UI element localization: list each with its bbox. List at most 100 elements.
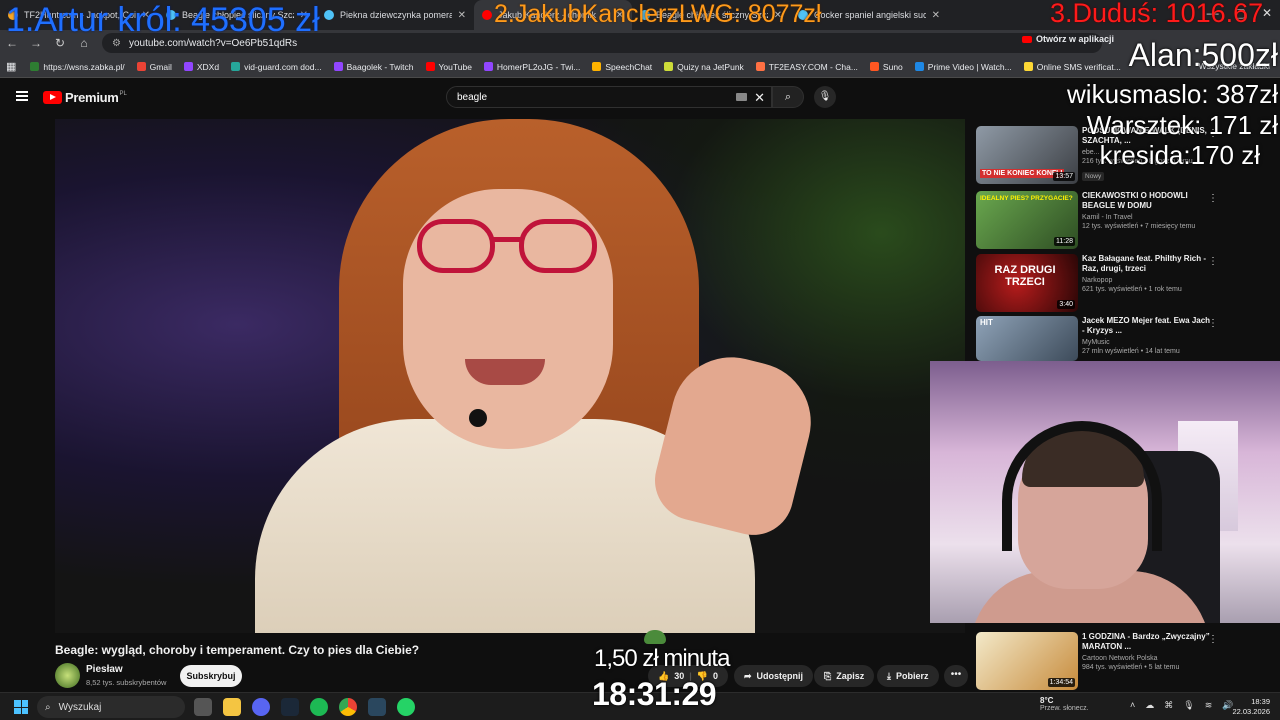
- microphone-icon: 🎙: [818, 91, 832, 102]
- weather-temp: 8°C: [1040, 696, 1054, 705]
- cloud-icon[interactable]: ☁: [1145, 700, 1154, 711]
- video-duration: 13:57: [1053, 172, 1075, 181]
- microphone-icon[interactable]: 🎙: [1183, 700, 1194, 711]
- youtube-region-code: PL: [119, 90, 127, 97]
- suggested-meta: CIEKAWOSTKI O HODOWLI BEAGLE W DOMU Kami…: [1082, 191, 1212, 230]
- more-actions-button[interactable]: •••: [944, 665, 968, 687]
- overlay-top-donor-1: 1.Artur król: 45305 zł: [6, 1, 320, 39]
- thumbnail-caption: TO NIE KONIEC KONFLI: [980, 169, 1065, 178]
- chrome-icon[interactable]: [339, 698, 357, 716]
- task-view-icon[interactable]: [194, 698, 212, 716]
- close-window-icon[interactable]: ✕: [1262, 6, 1272, 20]
- suggested-thumbnail[interactable]: IDEALNY PIES? PRZYGACIE? 11:28: [976, 191, 1078, 249]
- more-vert-icon[interactable]: ⋮: [1208, 193, 1218, 204]
- video-duration: 3:40: [1057, 300, 1075, 309]
- whatsapp-icon[interactable]: [397, 698, 415, 716]
- suggested-thumbnail[interactable]: TO NIE KONIEC KONFLI 13:57: [976, 126, 1078, 184]
- bookmark-item[interactable]: Baagolek - Twitch: [333, 62, 414, 72]
- new-badge: Nowy: [1082, 172, 1105, 181]
- bookmark-item[interactable]: Prime Video | Watch...: [914, 61, 1012, 72]
- bookmark-item[interactable]: Suno: [869, 62, 903, 72]
- overlay-rate: 1,50 zł minuta: [594, 645, 730, 672]
- overlay-recent-donor: wikusmaslo: 387zł: [1067, 79, 1278, 109]
- bookmark-item[interactable]: HomerPL2oJG - Twi...: [483, 62, 580, 72]
- suggested-title[interactable]: 1 GODZINA - Bardzo „Zwyczajny” MARATON .…: [1082, 632, 1212, 652]
- chevron-up-icon[interactable]: ˄: [1130, 700, 1135, 711]
- weather-widget[interactable]: 8°C Przew. słonecz.: [1040, 696, 1089, 712]
- taskbar-search[interactable]: ⌕ Wyszukaj: [37, 696, 185, 718]
- suggested-views: 621 tys. wyświetleń • 1 rok temu: [1082, 286, 1182, 293]
- search-button[interactable]: ⌕: [772, 86, 804, 108]
- suggested-video[interactable]: 1:34:54 1 GODZINA - Bardzo „Zwyczajny” M…: [976, 632, 1224, 690]
- more-vert-icon[interactable]: ⋮: [1208, 318, 1218, 329]
- search-input[interactable]: beagle ✕: [446, 86, 772, 108]
- video-player[interactable]: [55, 119, 965, 633]
- bookmark-item[interactable]: SpeechChat: [592, 62, 652, 72]
- more-vert-icon[interactable]: ⋮: [1208, 634, 1218, 645]
- bookmark-icon: ⎘: [824, 670, 832, 681]
- bookmark-favicon-icon: [231, 62, 241, 71]
- download-button[interactable]: ⤓ Pobierz: [877, 665, 939, 687]
- steam-icon[interactable]: [281, 698, 299, 716]
- bookmark-item[interactable]: Online SMS verificat...: [1023, 62, 1121, 72]
- suggested-channel[interactable]: Narkopop: [1082, 277, 1212, 284]
- bookmark-label: Gmail: [149, 61, 172, 72]
- start-icon[interactable]: [14, 700, 28, 714]
- keyboard-icon[interactable]: [736, 93, 747, 101]
- spotify-icon[interactable]: [310, 698, 328, 716]
- discord-icon[interactable]: [252, 698, 270, 716]
- bookmark-favicon-icon: [914, 62, 924, 71]
- screen: TF2Hunt.com - Jackpot, Coinflip✕ Beagle …: [0, 0, 1280, 720]
- suggested-channel[interactable]: Cartoon Network Polska: [1082, 655, 1212, 662]
- open-in-app-button[interactable]: Otwórz w aplikacji: [1022, 34, 1114, 44]
- suggested-channel[interactable]: MyMusic: [1082, 339, 1212, 346]
- youtube-mini-icon: [1022, 35, 1032, 43]
- suggested-video[interactable]: IDEALNY PIES? PRZYGACIE? 11:28 CIEKAWOST…: [976, 191, 1224, 249]
- subscribe-button[interactable]: Subskrybuj: [180, 665, 242, 687]
- bookmark-favicon-icon: [30, 62, 40, 71]
- suggested-thumbnail[interactable]: HIT: [976, 316, 1078, 361]
- channel-name[interactable]: Piesław: [86, 664, 123, 675]
- more-vert-icon[interactable]: ⋮: [1208, 256, 1218, 267]
- share-icon: ➦: [744, 670, 752, 681]
- bookmark-item[interactable]: Quizy na JetPunk: [664, 62, 744, 72]
- tab-close-icon[interactable]: ✕: [932, 10, 940, 21]
- file-explorer-icon[interactable]: [223, 698, 241, 716]
- bookmark-label: Prime Video | Watch...: [927, 61, 1012, 72]
- taskbar-clock[interactable]: 18:39 22.03.2026: [1232, 697, 1270, 717]
- suggested-video[interactable]: RAZ DRUGI TRZECI 3:40 Kaz Bałagane feat.…: [976, 254, 1224, 312]
- hamburger-menu-icon[interactable]: [16, 91, 28, 101]
- tab-close-icon[interactable]: ✕: [458, 10, 466, 21]
- suggested-title[interactable]: Jacek MEZO Mejer feat. Ewa Jach - Kryzys…: [1082, 316, 1212, 336]
- save-button[interactable]: ⎘ Zapisz: [814, 665, 875, 687]
- taskbar-search-placeholder: Wyszukaj: [58, 701, 102, 713]
- suggested-title[interactable]: CIEKAWOSTKI O HODOWLI BEAGLE W DOMU: [1082, 191, 1212, 211]
- apps-grid-icon[interactable]: ▦: [6, 60, 16, 73]
- streamer-webcam: [930, 361, 1280, 623]
- bookmark-label: YouTube: [438, 61, 472, 72]
- bookmark-item[interactable]: https://wsns.zabka.pl/: [30, 62, 125, 72]
- suggested-video[interactable]: HIT Jacek MEZO Mejer feat. Ewa Jach - Kr…: [976, 316, 1224, 361]
- share-button[interactable]: ➦ Udostępnij: [734, 665, 814, 687]
- overlay-recent-donor: Alan:500zł: [1128, 37, 1278, 73]
- steam-icon[interactable]: [368, 698, 386, 716]
- suggested-views: 984 tys. wyświetleń • 5 lat temu: [1082, 664, 1180, 671]
- bookmark-item[interactable]: YouTube: [425, 61, 472, 72]
- suggested-title[interactable]: Kaz Bałagane feat. Philthy Rich - Raz, d…: [1082, 254, 1212, 274]
- browser-tab[interactable]: Piekna dziewczynka pomerania ✕: [316, 0, 474, 30]
- network-icon[interactable]: ⌘: [1164, 700, 1173, 711]
- suggested-thumbnail[interactable]: 1:34:54: [976, 632, 1078, 690]
- youtube-logo[interactable]: Premium PL: [43, 90, 127, 105]
- channel-avatar[interactable]: [55, 663, 80, 688]
- bookmark-label: vid-guard.com dod...: [244, 61, 322, 72]
- clear-search-icon[interactable]: ✕: [754, 90, 765, 106]
- bookmark-item[interactable]: vid-guard.com dod...: [231, 61, 322, 72]
- video-duration: 11:28: [1054, 237, 1075, 246]
- wifi-icon[interactable]: ≋: [1205, 700, 1213, 711]
- voice-search-button[interactable]: 🎙: [814, 86, 836, 108]
- suggested-thumbnail[interactable]: RAZ DRUGI TRZECI 3:40: [976, 254, 1078, 312]
- bookmark-item[interactable]: XDXd: [183, 62, 219, 72]
- bookmark-item[interactable]: TF2EASY.COM - Cha...: [755, 62, 858, 72]
- bookmark-item[interactable]: Gmail: [136, 61, 172, 72]
- suggested-channel[interactable]: Kamil - In Travel: [1082, 214, 1212, 221]
